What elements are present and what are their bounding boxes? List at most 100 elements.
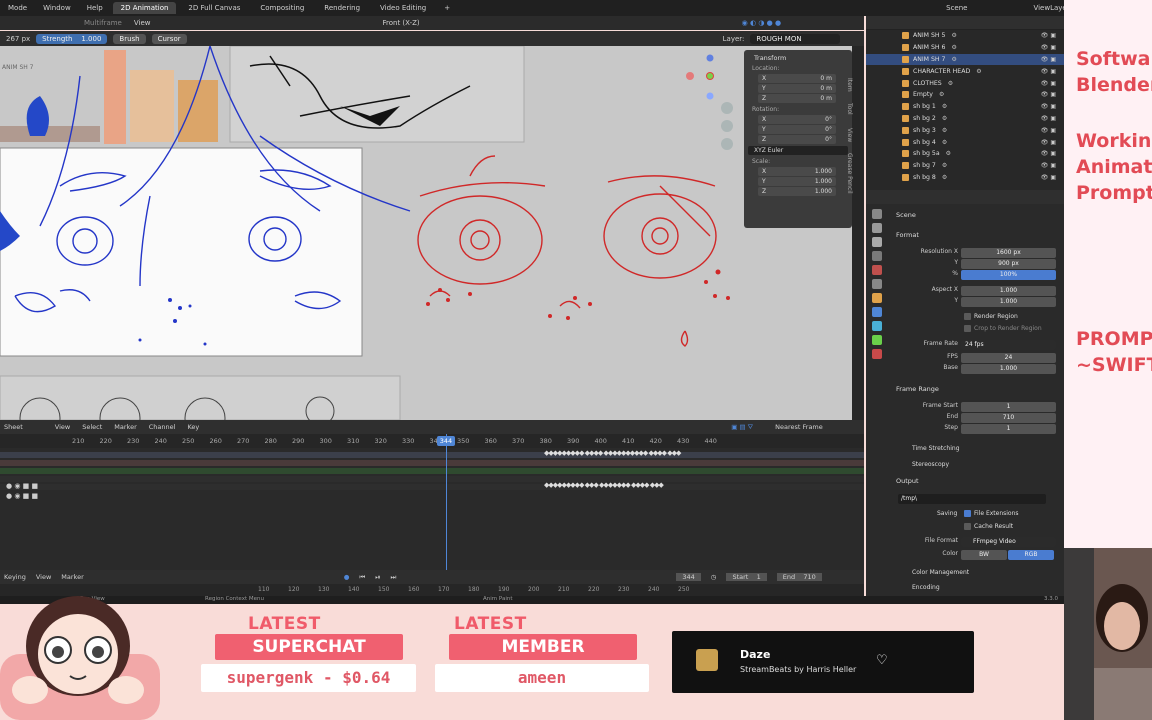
aspect-y-field[interactable]: 1.000 [961,297,1056,307]
tool-tab-icon[interactable] [872,209,882,219]
color-rgb-button[interactable]: RGB [1008,550,1054,560]
tab-video-editing[interactable]: Video Editing [372,2,434,14]
object-tab-icon[interactable] [872,293,882,303]
output-tab-icon[interactable] [872,237,882,247]
visibility-icon[interactable]: 👁 ▣ [1041,174,1056,181]
frame-start-field[interactable]: 1 [961,402,1056,412]
visibility-icon[interactable]: 👁 ▣ [1041,32,1056,39]
outliner-row[interactable]: sh bg 1 ⚙ 👁 ▣ [866,101,1064,113]
outliner-row[interactable]: ANIM SH 5 ⚙ 👁 ▣ [866,30,1064,42]
location-z[interactable]: Z 0 m [758,94,836,103]
filter-icons[interactable]: ▣ ▤ ⛛ [731,423,753,432]
keyframes-layer[interactable]: ◆◆◆◆◆◆◆◆◆ ◆◆◆ ◆◆◆◆◆◆◆ ◆◆◆◆ ◆◆◆ [544,481,664,489]
resolution-y-field[interactable]: 900 px [961,259,1056,269]
transform-title[interactable]: Transform [754,54,848,62]
visibility-icon[interactable]: 👁 ▣ [1041,68,1056,75]
rotation-z[interactable]: Z 0° [758,135,836,144]
time-stretching-section[interactable]: Time Stretching [912,445,960,452]
menu-marker[interactable]: Marker [61,573,83,581]
rotation-mode-dropdown[interactable]: XYZ Euler [748,146,848,155]
visibility-icon[interactable]: 👁 ▣ [1041,44,1056,51]
data-tab-icon[interactable] [872,335,882,345]
scene-selector[interactable]: Scene [940,3,973,13]
color-bw-button[interactable]: BW [961,550,1007,560]
visibility-icon[interactable]: 👁 ▣ [1041,103,1056,110]
outliner-row[interactable]: sh bg 8 ⚙ 👁 ▣ [866,172,1064,184]
menu-sheet[interactable]: Sheet [4,423,23,431]
render-region-checkbox[interactable]: Render Region [964,313,1018,320]
tab-2d-animation[interactable]: 2D Animation [112,2,177,14]
outliner-row[interactable]: sh bg 5a ⚙ 👁 ▣ [866,148,1064,160]
scene-tab-icon[interactable] [872,265,882,275]
visibility-icon[interactable]: 👁 ▣ [1041,115,1056,122]
file-format-dropdown[interactable]: FFmpeg Video [961,537,1056,547]
jump-end-icon[interactable]: ⏭ [390,573,396,582]
visibility-icon[interactable]: 👁 ▣ [1041,56,1056,63]
channel-toggles[interactable]: ● ◉ ■ ■ [6,482,38,490]
multiframe-toggle[interactable]: Multiframe [84,19,122,27]
menu-marker[interactable]: Marker [114,423,136,431]
grease-pencil-viewport[interactable]: ANIM SH 7 [0,46,858,420]
record-icon[interactable]: ● [344,573,350,581]
menu-view[interactable]: View [36,573,51,581]
visibility-icon[interactable]: 👁 ▣ [1041,127,1056,134]
visibility-icon[interactable]: 👁 ▣ [1041,150,1056,157]
tab-compositing[interactable]: Compositing [252,2,312,14]
output-section[interactable]: Output [896,477,919,485]
frame-rate-dropdown[interactable]: 24 fps [961,340,1056,350]
end-frame-field[interactable]: End 710 [776,573,822,581]
view-menu[interactable]: View [134,19,151,27]
encoding-section[interactable]: Encoding [912,584,940,591]
menu-view[interactable]: View [55,423,70,431]
view-orientation[interactable]: Front (X-Z) [383,19,420,27]
frame-step-field[interactable]: 1 [961,424,1056,434]
menu-channel[interactable]: Channel [149,423,176,431]
visibility-icon[interactable]: 👁 ▣ [1041,162,1056,169]
crop-checkbox[interactable]: Crop to Render Region [964,325,1042,332]
scale-y[interactable]: Y 1.000 [758,177,836,186]
output-path-field[interactable]: /tmp\ [898,494,1046,504]
physics-tab-icon[interactable] [872,321,882,331]
overlay-icons[interactable]: ◉ ◐ ◑ ● ● [742,19,781,27]
menu-mode[interactable]: Mode [2,3,33,13]
frame-range-section[interactable]: Frame Range [896,385,939,393]
format-section[interactable]: Format [896,231,919,239]
outliner-row[interactable]: sh bg 2 ⚙ 👁 ▣ [866,113,1064,125]
visibility-icon[interactable]: 👁 ▣ [1041,139,1056,146]
visibility-icon[interactable]: 👁 ▣ [1041,80,1056,87]
strength-field[interactable]: Strength 1.000 [36,33,108,44]
scale-x[interactable]: X 1.000 [758,167,836,176]
visibility-icon[interactable]: 👁 ▣ [1041,91,1056,98]
menu-select[interactable]: Select [82,423,102,431]
location-x[interactable]: X 0 m [758,74,836,83]
menu-key[interactable]: Key [187,423,199,431]
menu-keying[interactable]: Keying [4,573,26,581]
rotation-y[interactable]: Y 0° [758,125,836,134]
brush-dropdown[interactable]: Brush [113,33,146,44]
rotation-x[interactable]: X 0° [758,115,836,124]
snap-dropdown[interactable]: Nearest Frame [775,423,823,431]
base-field[interactable]: 1.000 [961,364,1056,374]
current-frame-field[interactable]: 344 [676,573,701,581]
menu-window[interactable]: Window [37,3,77,13]
menu-help[interactable]: Help [81,3,109,13]
material-tab-icon[interactable] [872,349,882,359]
outliner-row[interactable]: ANIM SH 6 ⚙ 👁 ▣ [866,42,1064,54]
aspect-x-field[interactable]: 1.000 [961,286,1056,296]
outliner-row[interactable]: ANIM SH 7 ⚙ 👁 ▣ [866,53,1064,66]
stereoscopy-section[interactable]: Stereoscopy [912,461,949,468]
start-frame-field[interactable]: Start 1 [726,573,767,581]
tab-tool[interactable]: Tool [846,101,853,115]
jump-start-icon[interactable]: ⏮ [359,573,365,582]
cache-result-checkbox[interactable]: Cache Result [964,523,1013,530]
location-y[interactable]: Y 0 m [758,84,836,93]
resolution-x-field[interactable]: 1600 px [961,248,1056,258]
keyframes-summary[interactable]: ◆◆◆◆◆◆◆◆◆ ◆◆◆◆ ◆◆◆◆◆◆◆◆◆◆ ◆◆◆◆ ◆◆◆ [544,449,681,457]
outliner-row[interactable]: CHARACTER HEAD ⚙ 👁 ▣ [866,65,1064,77]
layer-dropdown[interactable]: ROUGH MON [750,33,841,44]
outliner-row[interactable]: CLOTHES ⚙ 👁 ▣ [866,77,1064,89]
tab-item[interactable]: Item [846,76,853,92]
resolution-percent-field[interactable]: 100% [961,270,1056,280]
tab-grease-pencil[interactable]: Grease Pencil [846,151,853,194]
frame-end-field[interactable]: 710 [961,413,1056,423]
